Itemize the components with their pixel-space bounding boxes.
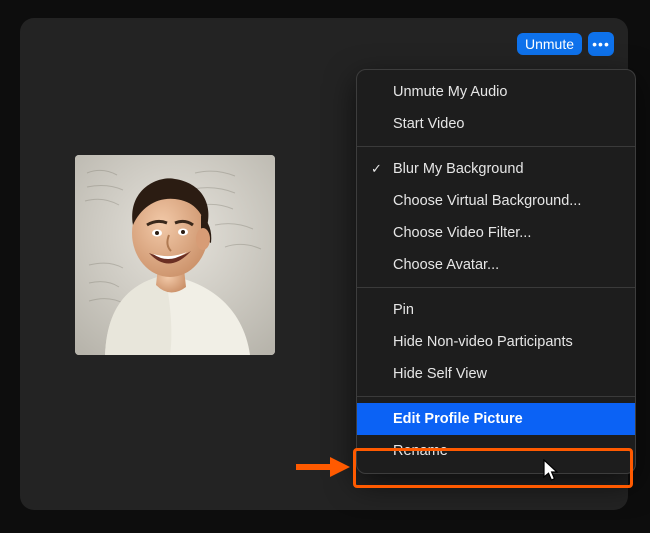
menu-label: Choose Virtual Background... xyxy=(393,193,581,209)
menu-item-choose-video-filter[interactable]: Choose Video Filter... xyxy=(357,217,635,249)
menu-item-start-video[interactable]: Start Video xyxy=(357,108,635,140)
menu-label: Hide Non-video Participants xyxy=(393,334,573,350)
menu-label: Choose Video Filter... xyxy=(393,225,531,241)
video-panel: Unmute ••• xyxy=(20,18,628,510)
check-icon: ✓ xyxy=(371,161,382,177)
menu-item-rename[interactable]: Rename xyxy=(357,435,635,467)
unmute-button[interactable]: Unmute xyxy=(517,33,582,55)
menu-label: Unmute My Audio xyxy=(393,84,507,100)
menu-item-hide-non-video-participants[interactable]: Hide Non-video Participants xyxy=(357,326,635,358)
menu-item-choose-avatar[interactable]: Choose Avatar... xyxy=(357,249,635,281)
menu-label: Choose Avatar... xyxy=(393,257,499,273)
menu-item-choose-virtual-background[interactable]: Choose Virtual Background... xyxy=(357,185,635,217)
avatar-image xyxy=(75,155,275,355)
menu-item-blur-my-background[interactable]: ✓ Blur My Background xyxy=(357,153,635,185)
menu-label: Edit Profile Picture xyxy=(393,411,523,427)
menu-label: Blur My Background xyxy=(393,161,524,177)
menu-item-unmute-my-audio[interactable]: Unmute My Audio xyxy=(357,76,635,108)
menu-label: Pin xyxy=(393,302,414,318)
menu-item-edit-profile-picture[interactable]: Edit Profile Picture xyxy=(357,403,635,435)
menu-separator xyxy=(357,396,635,397)
participant-avatar xyxy=(75,155,275,355)
menu-label: Start Video xyxy=(393,116,464,132)
menu-separator xyxy=(357,287,635,288)
more-options-button[interactable]: ••• xyxy=(588,32,614,56)
menu-label: Hide Self View xyxy=(393,366,487,382)
menu-label: Rename xyxy=(393,443,448,459)
menu-item-pin[interactable]: Pin xyxy=(357,294,635,326)
participant-context-menu: Unmute My Audio Start Video ✓ Blur My Ba… xyxy=(356,69,636,474)
top-right-controls: Unmute ••• xyxy=(517,32,614,56)
menu-separator xyxy=(357,146,635,147)
ellipsis-icon: ••• xyxy=(592,37,610,51)
menu-item-hide-self-view[interactable]: Hide Self View xyxy=(357,358,635,390)
